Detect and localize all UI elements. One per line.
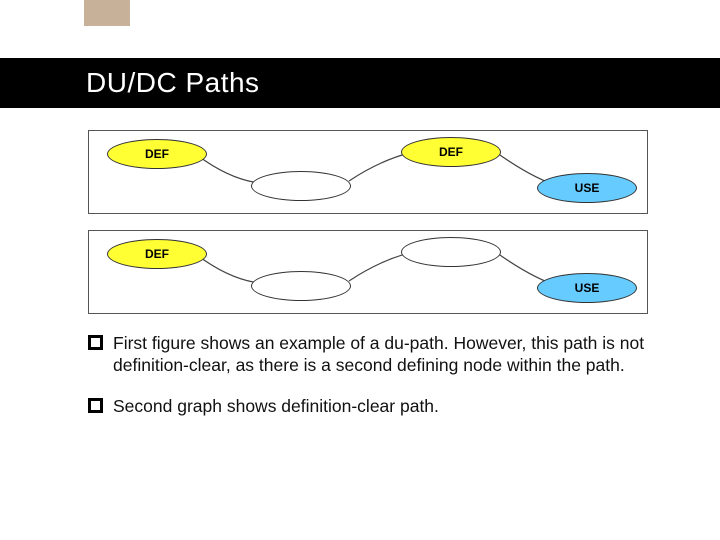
list-item: Second graph shows definition-clear path… bbox=[88, 395, 648, 417]
page-title: DU/DC Paths bbox=[86, 67, 260, 99]
bullet-text: First figure shows an example of a du-pa… bbox=[113, 332, 648, 377]
node-label: USE bbox=[575, 181, 600, 195]
diagram-dc-path: DEF USE bbox=[88, 230, 648, 314]
bullet-text: Second graph shows definition-clear path… bbox=[113, 395, 648, 417]
node-label: DEF bbox=[145, 147, 169, 161]
accent-block bbox=[84, 0, 130, 26]
node-label: DEF bbox=[439, 145, 463, 159]
use-node-2: USE bbox=[537, 273, 637, 303]
list-item: First figure shows an example of a du-pa… bbox=[88, 332, 648, 377]
use-node-1: USE bbox=[537, 173, 637, 203]
content-area: DEF DEF USE DEF USE First figure shows a… bbox=[88, 130, 648, 435]
blank-node-1 bbox=[251, 171, 351, 201]
def-node-1: DEF bbox=[107, 139, 207, 169]
node-label: DEF bbox=[145, 247, 169, 261]
square-bullet-icon bbox=[88, 335, 103, 350]
def-node-3: DEF bbox=[107, 239, 207, 269]
title-bar: DU/DC Paths bbox=[0, 58, 720, 108]
node-label: USE bbox=[575, 281, 600, 295]
bullet-list: First figure shows an example of a du-pa… bbox=[88, 332, 648, 417]
diagram-du-path: DEF DEF USE bbox=[88, 130, 648, 214]
blank-node-3 bbox=[401, 237, 501, 267]
def-node-2: DEF bbox=[401, 137, 501, 167]
blank-node-2 bbox=[251, 271, 351, 301]
square-bullet-icon bbox=[88, 398, 103, 413]
